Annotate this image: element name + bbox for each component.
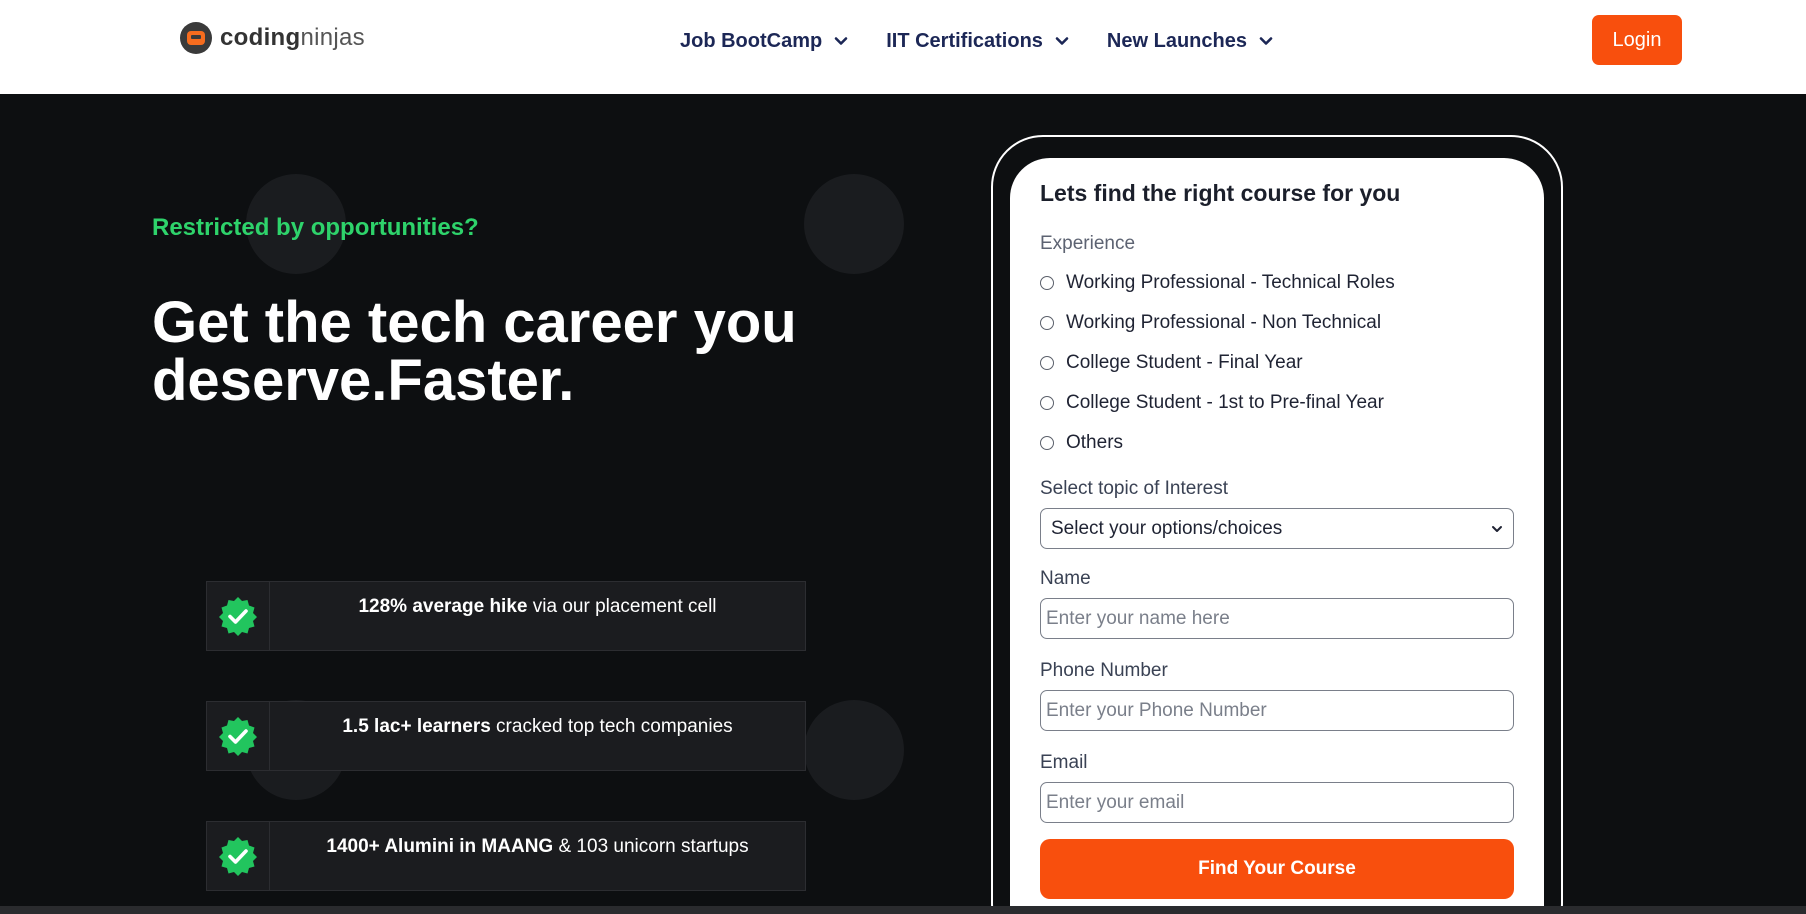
coding-ninjas-logo[interactable]: codingninjas (180, 22, 365, 54)
verified-check-icon (219, 717, 257, 756)
stat-icon-cell (207, 582, 270, 650)
chevron-down-icon (834, 37, 848, 45)
decorative-circle (804, 174, 904, 274)
stat-text: 1.5 lac+ learners cracked top tech compa… (342, 716, 733, 737)
login-button[interactable]: Login (1592, 15, 1682, 65)
logo-badge-icon (180, 22, 212, 54)
topic-select[interactable]: Select your options/choices (1040, 508, 1514, 549)
email-input[interactable] (1040, 782, 1514, 823)
page-bottom-strip (0, 906, 1806, 914)
chevron-down-icon (1055, 37, 1069, 45)
menu-item-label: IIT Certifications (886, 29, 1043, 52)
name-label: Name (1040, 568, 1091, 589)
experience-option-others[interactable]: Others (1040, 432, 1123, 454)
find-your-course-button[interactable]: Find Your Course (1040, 839, 1514, 899)
stat-icon-cell (207, 822, 270, 890)
experience-label: Experience (1040, 233, 1136, 254)
verified-check-icon (219, 837, 257, 876)
option-label: Working Professional - Technical Roles (1066, 272, 1395, 293)
menu-job-bootcamp[interactable]: Job BootCamp (680, 26, 848, 56)
verified-check-icon (219, 597, 257, 636)
option-label: College Student - 1st to Pre-final Year (1066, 392, 1384, 413)
decorative-circle (804, 700, 904, 800)
menu-item-label: New Launches (1106, 29, 1247, 52)
chevron-down-icon (1492, 525, 1502, 532)
course-finder-form: Lets find the right course for you Exper… (1010, 158, 1544, 906)
radio-button[interactable] (1040, 436, 1054, 450)
radio-button[interactable] (1040, 396, 1054, 410)
option-label: Others (1066, 432, 1124, 453)
stat-text: 1400+ Alumini in MAANG & 103 unicorn sta… (326, 836, 749, 857)
phone-label: Phone Number (1040, 660, 1168, 681)
experience-option-technical[interactable]: Working Professional - Technical Roles (1040, 272, 1395, 294)
name-input[interactable] (1040, 598, 1514, 639)
radio-button[interactable] (1040, 316, 1054, 330)
experience-option-non-technical[interactable]: Working Professional - Non Technical (1040, 312, 1381, 334)
chevron-down-icon (1259, 37, 1273, 45)
stat-text: 128% average hike via our placement cell (358, 596, 717, 617)
option-label: Working Professional - Non Technical (1066, 312, 1382, 333)
headline-line-2: deserve.Faster. (152, 348, 575, 413)
email-label: Email (1040, 752, 1088, 773)
radio-button[interactable] (1040, 276, 1054, 290)
stat-card: 1400+ Alumini in MAANG & 103 unicorn sta… (206, 821, 806, 891)
hero-headline: Get the tech career you deserve.Faster. (152, 294, 832, 410)
radio-button[interactable] (1040, 356, 1054, 370)
select-value: Select your options/choices (1051, 517, 1283, 539)
experience-option-final-year[interactable]: College Student - Final Year (1040, 352, 1303, 374)
headline-line-1: Get the tech career you (152, 290, 797, 355)
phone-input[interactable] (1040, 690, 1514, 731)
stat-card: 128% average hike via our placement cell (206, 581, 806, 651)
experience-option-pre-final[interactable]: College Student - 1st to Pre-final Year (1040, 392, 1384, 414)
hero-section: Restricted by opportunities? Get the tec… (0, 94, 1806, 906)
menu-new-launches[interactable]: New Launches (1107, 26, 1273, 56)
logo-text: codingninjas (220, 24, 365, 51)
option-label: College Student - Final Year (1066, 352, 1303, 373)
menu-item-label: Job BootCamp (680, 29, 823, 52)
topic-label: Select topic of Interest (1040, 478, 1228, 499)
form-title: Lets find the right course for you (1040, 180, 1401, 206)
top-navbar: codingninjas Job BootCamp IIT Certificat… (0, 0, 1806, 94)
hero-tagline: Restricted by opportunities? (152, 214, 479, 241)
main-menu: Job BootCamp IIT Certifications New Laun… (680, 26, 1273, 56)
menu-iit-certifications[interactable]: IIT Certifications (886, 26, 1069, 56)
stat-icon-cell (207, 702, 270, 770)
stat-card: 1.5 lac+ learners cracked top tech compa… (206, 701, 806, 771)
